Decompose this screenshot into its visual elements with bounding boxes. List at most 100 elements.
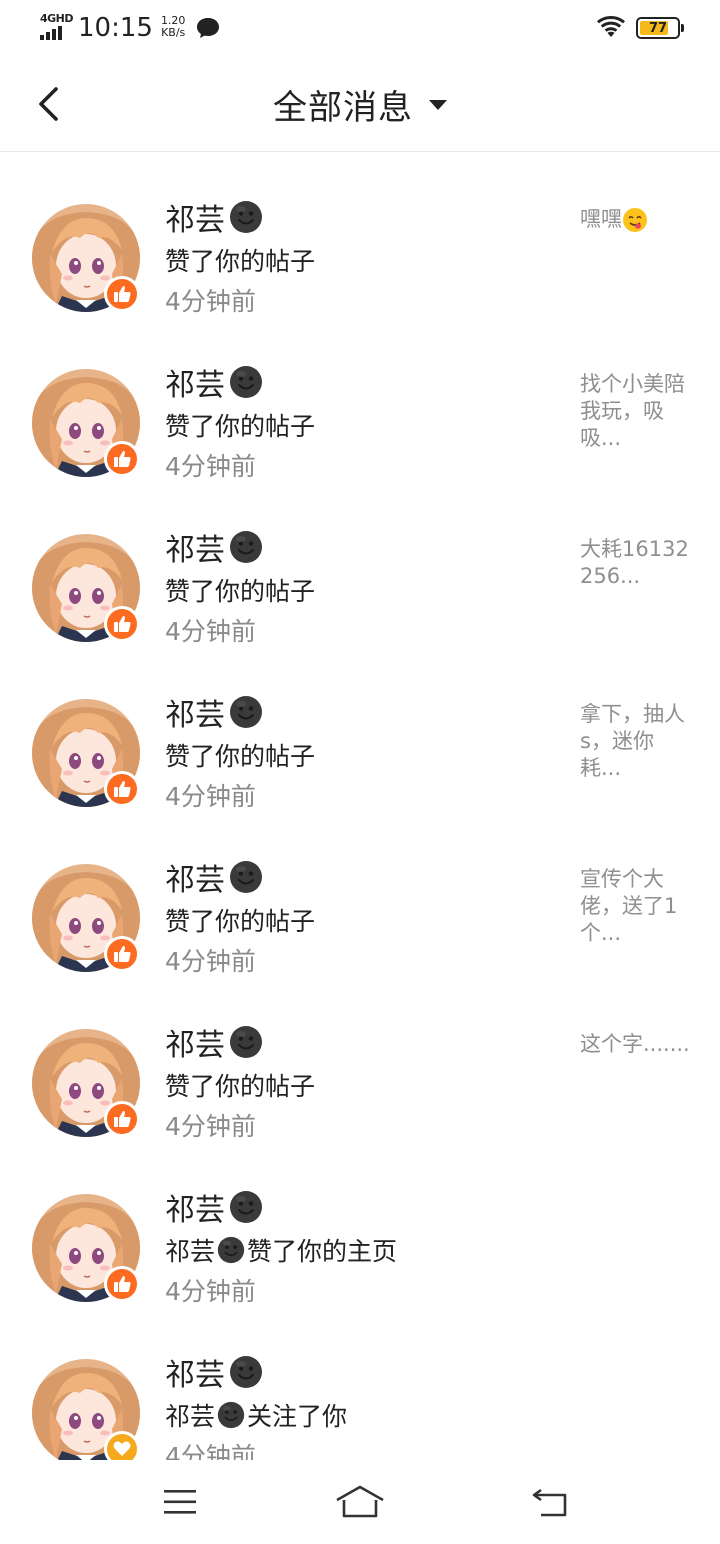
message-item[interactable]: 祁芸 祁芸 赞了你的主页 4分钟前 bbox=[0, 1142, 720, 1307]
thumbs-up-icon bbox=[114, 451, 131, 467]
preview-text: 大耗16132256... bbox=[580, 537, 689, 588]
message-item[interactable]: 祁芸赞了你的帖子 4分钟前 拿下，抽人s，迷你耗... bbox=[0, 647, 720, 812]
smiley-icon bbox=[217, 1236, 245, 1264]
like-badge bbox=[104, 276, 140, 312]
smiley-icon bbox=[230, 696, 262, 728]
preview-text: 找个小美陪我玩，吸吸... bbox=[580, 372, 685, 450]
user-name-row[interactable]: 祁芸 bbox=[165, 1186, 263, 1228]
message-action: 祁芸 关注了你 bbox=[165, 1397, 347, 1433]
message-item[interactable]: 祁芸 赞了你的帖子 4分钟前 这个字....... bbox=[0, 977, 720, 1142]
post-preview[interactable]: 拿下，抽人s，迷你耗... bbox=[580, 701, 692, 782]
smiley-icon bbox=[217, 1401, 245, 1429]
speed-unit: KB/s bbox=[161, 26, 186, 39]
action-user-name: 祁芸 bbox=[165, 1402, 216, 1431]
action-text: 赞了你的帖子 bbox=[165, 907, 316, 936]
action-user-name: 祁芸 bbox=[165, 1237, 216, 1266]
user-name-row[interactable]: 祁芸 bbox=[165, 1021, 263, 1063]
menu-button[interactable] bbox=[150, 1480, 210, 1524]
home-button[interactable] bbox=[330, 1480, 390, 1524]
like-badge bbox=[104, 606, 140, 642]
message-action: 赞了你的帖子 bbox=[165, 902, 315, 938]
user-name: 祁芸 bbox=[165, 863, 225, 898]
thumbs-up-icon bbox=[114, 616, 131, 632]
smiley-icon bbox=[230, 861, 262, 893]
preview-text: 拿下，抽人s，迷你耗... bbox=[580, 702, 685, 780]
message-time: 4分钟前 bbox=[165, 1442, 256, 1460]
action-text: 赞了你的帖子 bbox=[165, 742, 316, 771]
post-preview[interactable]: 宣传个大佬，送了1个... bbox=[580, 866, 692, 947]
like-badge bbox=[104, 441, 140, 477]
user-name-row[interactable]: 祁芸 bbox=[165, 856, 263, 898]
message-item[interactable]: 祁芸赞了你的帖子 4分钟前 大耗16132256... bbox=[0, 482, 720, 647]
message-filter-dropdown[interactable]: 全部消息 bbox=[0, 80, 720, 129]
user-name: 祁芸 bbox=[165, 698, 225, 733]
user-name: 祁芸 bbox=[165, 203, 225, 238]
home-icon bbox=[336, 1485, 384, 1518]
smiley-icon bbox=[230, 531, 262, 563]
header: 全部消息 bbox=[0, 56, 720, 152]
thumbs-up-icon bbox=[114, 1276, 131, 1292]
message-time: 4分钟前 bbox=[165, 1112, 256, 1141]
user-name-row[interactable]: 祁芸 bbox=[165, 691, 263, 733]
thumbs-up-icon bbox=[114, 1111, 131, 1127]
action-text: 关注了你 bbox=[247, 1402, 348, 1431]
message-time: 4分钟前 bbox=[165, 947, 256, 976]
post-preview[interactable]: 找个小美陪我玩，吸吸... bbox=[580, 371, 692, 452]
user-name: 祁芸 bbox=[165, 368, 225, 403]
message-action: 赞了你的帖子 bbox=[165, 407, 315, 443]
action-text: 赞了你的帖子 bbox=[165, 412, 316, 441]
follow-badge bbox=[104, 1431, 140, 1460]
user-name-row[interactable]: 祁芸 bbox=[165, 526, 263, 568]
wifi-icon bbox=[597, 16, 625, 37]
message-action: 赞了你的帖子 bbox=[165, 242, 315, 278]
heart-icon bbox=[113, 1441, 131, 1456]
message-action: 祁芸 赞了你的主页 bbox=[165, 1232, 397, 1268]
yum-emoji-icon bbox=[623, 208, 647, 232]
like-badge bbox=[104, 1101, 140, 1137]
cellular-signal-icon: 4GHD bbox=[40, 12, 74, 40]
smiley-icon bbox=[230, 201, 262, 233]
page-title: 全部消息 bbox=[273, 88, 413, 128]
action-text: 赞了你的帖子 bbox=[165, 577, 316, 606]
user-name: 祁芸 bbox=[165, 1028, 225, 1063]
caret-down-icon bbox=[429, 99, 447, 110]
post-preview[interactable]: 嘿嘿 bbox=[580, 206, 692, 233]
network-speed: 1.20 KB/s bbox=[161, 15, 186, 39]
thumbs-up-icon bbox=[114, 781, 131, 797]
user-name: 祁芸 bbox=[165, 533, 225, 568]
user-name-row[interactable]: 祁芸 bbox=[165, 1351, 263, 1393]
system-navigation-bar bbox=[0, 1460, 720, 1544]
user-name-row[interactable]: 祁芸 bbox=[165, 196, 263, 238]
user-name: 祁芸 bbox=[165, 1193, 225, 1228]
message-time: 4分钟前 bbox=[165, 287, 256, 316]
message-time: 4分钟前 bbox=[165, 452, 256, 481]
message-item[interactable]: 祁芸赞了你的帖子 4分钟前 嘿嘿 bbox=[0, 152, 720, 317]
message-action: 赞了你的帖子 bbox=[165, 572, 315, 608]
smiley-icon bbox=[230, 1356, 262, 1388]
battery-icon: 77 bbox=[636, 17, 684, 39]
back-nav-button[interactable] bbox=[520, 1480, 580, 1524]
message-action: 赞了你的帖子 bbox=[165, 737, 315, 773]
thumbs-up-icon bbox=[114, 286, 131, 302]
user-name-row[interactable]: 祁芸 bbox=[165, 361, 263, 403]
post-preview[interactable]: 大耗16132256... bbox=[580, 536, 692, 590]
message-item[interactable]: 祁芸赞了你的帖子 4分钟前 宣传个大佬，送了1个... bbox=[0, 812, 720, 977]
chat-notification-icon bbox=[197, 18, 220, 38]
status-bar: 4GHD 10:15 1.20 KB/s 77 bbox=[0, 0, 720, 56]
preview-text: 这个字....... bbox=[580, 1032, 690, 1056]
like-badge bbox=[104, 936, 140, 972]
action-text: 赞了你的主页 bbox=[247, 1237, 398, 1266]
post-preview[interactable]: 这个字....... bbox=[580, 1031, 692, 1058]
message-time: 4分钟前 bbox=[165, 782, 256, 811]
thumbs-up-icon bbox=[114, 946, 131, 962]
user-name: 祁芸 bbox=[165, 1358, 225, 1393]
preview-text: 嘿嘿 bbox=[580, 207, 622, 231]
message-time: 4分钟前 bbox=[165, 1277, 256, 1306]
message-time: 4分钟前 bbox=[165, 617, 256, 646]
message-item[interactable]: 祁芸赞了你的帖子 4分钟前 找个小美陪我玩，吸吸... bbox=[0, 317, 720, 482]
status-time: 10:15 bbox=[78, 13, 153, 43]
message-list[interactable]: 祁芸 赞了你的帖子 4分钟前 嘿嘿 祁芸 赞了你的帖子 4分钟前 找个小美陪我玩，吸吸... 祁… bbox=[0, 152, 720, 1460]
network-type: 4GHD bbox=[40, 12, 74, 25]
action-text: 赞了你的帖子 bbox=[165, 247, 316, 276]
message-item[interactable]: 祁芸 祁芸 关注了你 4分钟前 bbox=[0, 1307, 720, 1460]
